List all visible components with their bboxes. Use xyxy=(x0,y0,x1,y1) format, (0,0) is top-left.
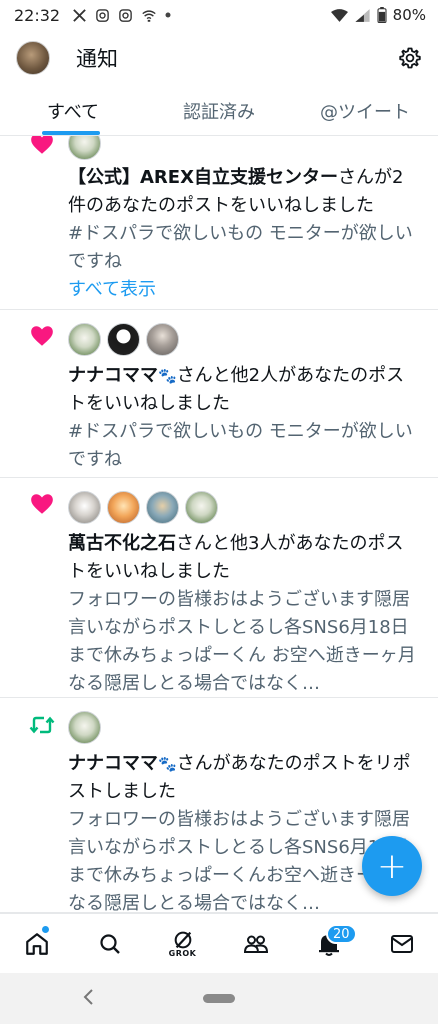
avatar[interactable] xyxy=(107,490,140,524)
grok-label: GROK xyxy=(168,949,197,958)
avatar[interactable] xyxy=(185,490,218,524)
actor-avatars xyxy=(68,136,420,160)
new-posts-dot xyxy=(42,926,49,933)
avatar[interactable] xyxy=(68,710,101,744)
tab-all[interactable]: すべて xyxy=(0,86,146,135)
notification-item[interactable]: 萬古不化之石さんと他3人があなたのポストをいいねしました フォロワーの皆様おはよ… xyxy=(0,478,438,698)
search-icon xyxy=(99,933,120,954)
back-icon[interactable] xyxy=(82,987,94,1012)
instagram-icon xyxy=(95,8,110,23)
grok-icon xyxy=(174,931,191,949)
home-icon xyxy=(25,932,48,955)
status-left: 22:32 xyxy=(14,6,171,25)
profile-avatar[interactable] xyxy=(16,41,50,75)
avatar[interactable] xyxy=(146,490,179,524)
nav-communities[interactable] xyxy=(219,914,292,973)
dot-icon xyxy=(165,12,171,18)
people-icon xyxy=(243,935,268,953)
actor-avatars xyxy=(68,322,420,356)
nav-grok[interactable]: GROK xyxy=(146,914,219,973)
actor-name[interactable]: 萬古不化之石 xyxy=(68,533,176,554)
bottom-nav: GROK 20 xyxy=(0,913,438,973)
notification-text: ナナコママ🐾さんがあなたのポストをリポストしました xyxy=(68,750,420,806)
status-bar: 22:32 80% xyxy=(0,0,438,30)
notification-tabs: すべて 認証済み @ツイート xyxy=(0,86,438,136)
plus-icon: + xyxy=(376,845,408,887)
paw-emoji: 🐾 xyxy=(158,755,177,773)
heart-icon xyxy=(28,322,56,350)
heart-icon xyxy=(28,490,56,518)
actor-avatars xyxy=(68,490,420,524)
wifi-cast-icon xyxy=(141,8,157,23)
actor-avatars xyxy=(68,710,420,744)
gear-icon[interactable] xyxy=(396,44,424,72)
avatar[interactable] xyxy=(68,490,101,524)
status-time: 22:32 xyxy=(14,5,61,25)
show-all-link[interactable]: すべて表示 xyxy=(68,276,420,304)
repost-icon xyxy=(28,711,56,739)
compose-button[interactable]: + xyxy=(362,836,422,896)
nav-home[interactable] xyxy=(0,914,73,973)
avatar[interactable] xyxy=(68,322,101,356)
notification-count-badge: 20 xyxy=(326,924,357,944)
tab-mentions[interactable]: @ツイート xyxy=(292,86,438,135)
wifi-icon xyxy=(330,8,348,23)
battery-icon xyxy=(377,7,387,23)
notification-text: 萬古不化之石さんと他3人があなたのポストをいいねしました xyxy=(68,530,420,586)
page-title: 通知 xyxy=(76,47,118,71)
actor-name[interactable]: ナナコママ xyxy=(68,365,158,386)
home-pill[interactable] xyxy=(203,994,235,1003)
post-preview[interactable]: フォロワーの皆様おはようございます隠居言いながらポストしとるし各SNS6月18日… xyxy=(68,586,420,698)
notification-text: 【公式】AREX自立支援センターさんが2件のあなたのポストをいいねしました xyxy=(68,164,420,220)
actor-name[interactable]: ナナコママ xyxy=(68,753,158,774)
mail-icon xyxy=(390,934,413,953)
nav-search[interactable] xyxy=(73,914,146,973)
actor-name[interactable]: 【公式】AREX自立支援センター xyxy=(68,167,338,188)
system-nav-bar xyxy=(0,973,438,1024)
avatar[interactable] xyxy=(146,322,179,356)
notification-text: ナナコママ🐾さんと他2人があなたのポストをいいねしました xyxy=(68,362,420,418)
battery-percent: 80% xyxy=(392,6,426,24)
app-header: 通知 xyxy=(0,30,438,86)
heart-icon xyxy=(28,136,56,158)
avatar[interactable] xyxy=(68,136,101,160)
notifications-feed[interactable]: 【公式】AREX自立支援センターさんが2件のあなたのポストをいいねしました #ド… xyxy=(0,136,438,913)
nav-messages[interactable] xyxy=(365,914,438,973)
x-icon xyxy=(72,8,87,23)
post-preview[interactable]: #ドスパラで欲しいもの モニターが欲しいですね xyxy=(68,418,420,474)
notification-item[interactable]: 【公式】AREX自立支援センターさんが2件のあなたのポストをいいねしました #ド… xyxy=(0,136,438,310)
avatar[interactable] xyxy=(107,322,140,356)
paw-emoji: 🐾 xyxy=(158,367,177,385)
status-right: 80% xyxy=(330,6,426,24)
tab-verified[interactable]: 認証済み xyxy=(146,86,292,135)
notification-item[interactable]: ナナコママ🐾さんと他2人があなたのポストをいいねしました #ドスパラで欲しいもの… xyxy=(0,310,438,478)
signal-icon xyxy=(354,8,371,23)
instagram-icon xyxy=(118,8,133,23)
post-preview[interactable]: #ドスパラで欲しいもの モニターが欲しいですね xyxy=(68,220,420,276)
nav-notifications[interactable]: 20 xyxy=(292,914,365,973)
